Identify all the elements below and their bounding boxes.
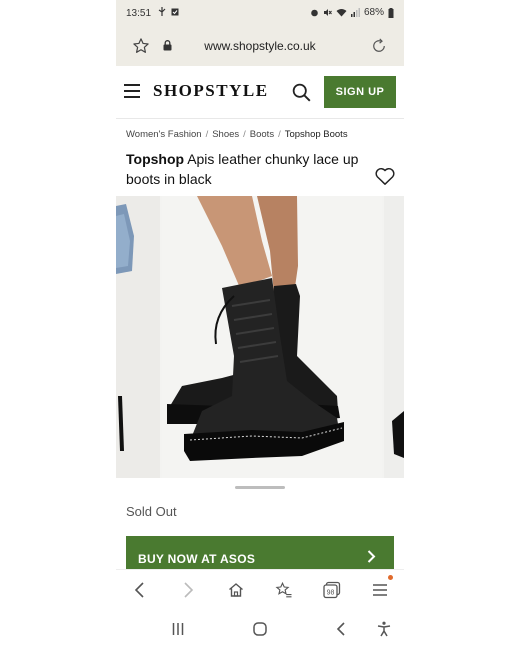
product-image-main[interactable] <box>162 196 382 478</box>
breadcrumb-item-shoes[interactable]: Shoes <box>212 129 239 140</box>
sign-up-button[interactable]: SIGN UP <box>324 76 396 108</box>
site-header: SHOPSTYLE SIGN UP <box>116 66 404 119</box>
site-logo[interactable]: SHOPSTYLE <box>153 81 269 101</box>
tabs-icon[interactable]: 98 <box>321 579 343 601</box>
heart-icon[interactable] <box>374 166 396 186</box>
home-icon[interactable] <box>225 579 247 601</box>
product-brand[interactable]: Topshop <box>126 151 184 167</box>
breadcrumb-separator: / <box>243 129 246 140</box>
mute-icon <box>323 9 332 16</box>
notification-icon <box>171 8 179 16</box>
signal-icon <box>350 8 360 17</box>
product-title: Topshop Apis leather chunky lace up boot… <box>126 149 371 189</box>
reload-icon[interactable] <box>370 37 388 55</box>
usb-icon <box>158 7 166 16</box>
breadcrumb-separator: / <box>205 129 209 140</box>
status-left-icons <box>158 7 179 18</box>
breadcrumb-item-topshop-boots[interactable]: Topshop Boots <box>285 129 348 140</box>
buy-now-button[interactable]: BUY NOW AT ASOS <box>126 536 394 572</box>
tab-count: 98 <box>327 590 335 597</box>
back-icon[interactable] <box>330 618 352 640</box>
buy-now-label: BUY NOW AT ASOS <box>138 552 256 566</box>
product-image-previous[interactable] <box>116 196 160 478</box>
recent-apps-icon[interactable] <box>167 618 189 640</box>
status-right-icons: 68% <box>310 7 394 18</box>
system-navigation-bar <box>116 607 404 650</box>
breadcrumb-item-womens-fashion[interactable]: Women's Fashion <box>126 129 202 140</box>
chevron-right-icon <box>367 550 376 563</box>
browser-url-bar: www.shopstyle.co.uk <box>116 26 404 67</box>
product-image-next[interactable] <box>384 196 404 478</box>
status-time: 13:51 <box>126 8 152 19</box>
url-field[interactable]: www.shopstyle.co.uk <box>116 39 404 53</box>
forward-arrow-icon[interactable] <box>177 579 199 601</box>
bookmarks-icon[interactable] <box>273 579 295 601</box>
menu-icon[interactable] <box>124 84 140 102</box>
back-arrow-icon[interactable] <box>129 579 151 601</box>
alarm-icon <box>311 9 318 17</box>
status-bar: 13:51 68% <box>116 0 404 26</box>
notification-dot <box>388 575 393 580</box>
gallery-scroll-indicator <box>235 486 285 489</box>
stock-status: Sold Out <box>126 504 177 519</box>
breadcrumb-separator: / <box>278 129 281 140</box>
breadcrumb-item-boots[interactable]: Boots <box>250 129 274 140</box>
product-image-gallery[interactable] <box>116 196 404 478</box>
battery-icon <box>388 7 394 18</box>
wifi-icon <box>336 9 347 17</box>
battery-percent: 68% <box>363 7 384 18</box>
home-button-icon[interactable] <box>249 618 271 640</box>
search-icon[interactable] <box>291 82 312 103</box>
phone-screen: 13:51 68% www.shopstyle.co.uk SHOPSTYLE … <box>116 0 404 650</box>
menu-icon[interactable] <box>369 579 391 601</box>
accessibility-icon[interactable] <box>373 618 395 640</box>
breadcrumb: Women's Fashion / Shoes / Boots / Topshop Boot… <box>126 129 348 140</box>
browser-toolbar: 98 <box>116 569 404 608</box>
